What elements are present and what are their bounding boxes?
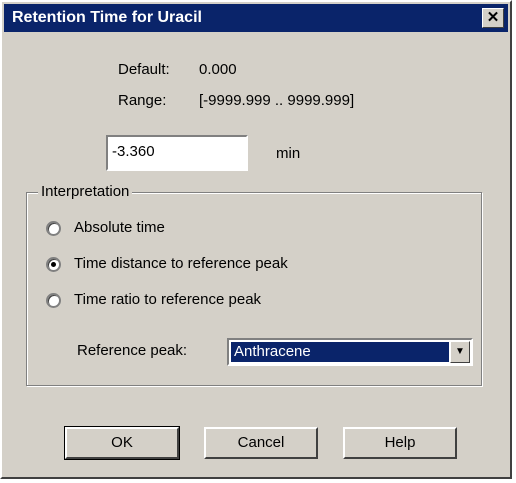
close-icon: ✕ [486, 9, 500, 26]
interpretation-label: Interpretation [38, 183, 133, 200]
default-value: 0.000 [199, 61, 237, 78]
retention-time-input[interactable]: -3.360 [106, 135, 248, 171]
radio-time-distance-label[interactable]: Time distance to reference peak [74, 255, 288, 272]
reference-peak-select[interactable]: Anthracene ▼ [227, 338, 473, 366]
radio-absolute-time[interactable] [46, 221, 61, 236]
unit-label: min [276, 145, 301, 162]
default-label: Default: [118, 61, 170, 78]
cancel-button[interactable]: Cancel [204, 427, 318, 459]
title-bar: Retention Time for Uracil ✕ [4, 4, 508, 32]
help-button[interactable]: Help [343, 427, 457, 459]
reference-peak-label: Reference peak: [77, 342, 188, 359]
radio-time-ratio[interactable] [46, 293, 61, 308]
dropdown-arrow-icon[interactable]: ▼ [450, 341, 470, 363]
reference-peak-value: Anthracene [231, 342, 449, 362]
retention-time-value: -3.360 [112, 143, 155, 160]
ok-button[interactable]: OK [64, 426, 180, 460]
range-value: [-9999.999 .. 9999.999] [199, 92, 355, 109]
range-label: Range: [118, 92, 167, 109]
radio-time-distance[interactable] [46, 257, 61, 272]
radio-absolute-time-label[interactable]: Absolute time [74, 219, 165, 236]
radio-time-ratio-label[interactable]: Time ratio to reference peak [74, 291, 261, 308]
close-button[interactable]: ✕ [482, 8, 504, 28]
dialog-title: Retention Time for Uracil [12, 9, 202, 26]
